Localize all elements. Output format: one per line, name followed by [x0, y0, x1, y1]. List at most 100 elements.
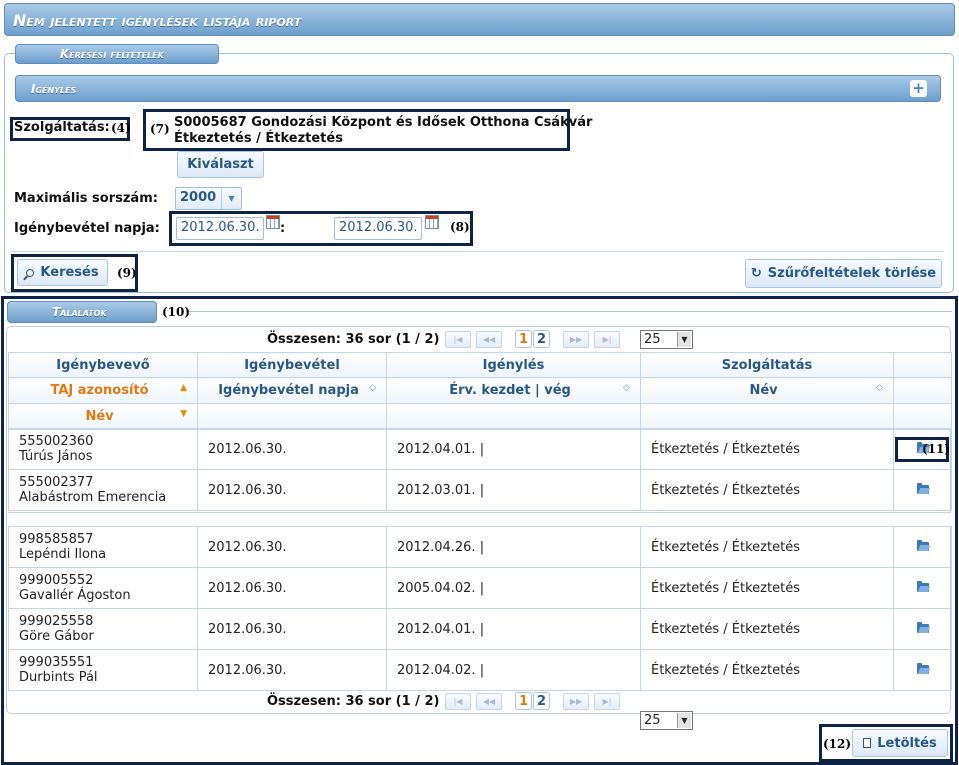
page-2-top[interactable]: 2 — [533, 330, 551, 348]
column-header-date[interactable]: Igénybevétel napja ◇ — [197, 377, 387, 404]
cell-person: 998585857 Lepéndi Ilona — [8, 526, 198, 568]
max-label: Maximális sorszám: — [14, 191, 158, 206]
group-header-igenyles: Igénylés — [386, 352, 641, 378]
cell-person: 999005552 Gavallér Ágoston — [8, 567, 198, 609]
cell-date: 2012.06.30. — [197, 608, 387, 650]
results-header: Igénybevevő Igénybevétel Igénylés Szolgá… — [8, 352, 952, 430]
results-frame-line — [186, 311, 952, 312]
dropdown-arrow-icon: ▼ — [677, 332, 691, 347]
cell-validity: 2012.04.02. | — [386, 649, 641, 691]
column-header-service-name[interactable]: Név ◇ — [640, 377, 894, 404]
download-button[interactable]: Letöltés — [852, 729, 948, 757]
callout-11: (11) — [922, 442, 951, 456]
first-page-icon[interactable]: |◀ — [445, 693, 471, 710]
results-table-top: 555002360 Túrús János 2012.06.30. 2012.04… — [8, 428, 952, 511]
pager-summary-bottom: Összesen: 36 sor (1 / 2) — [267, 694, 440, 709]
next-page-icon[interactable]: ▶▶ — [563, 693, 589, 710]
calendar-icon[interactable] — [266, 215, 280, 229]
search-icon — [26, 268, 35, 277]
folder-open-icon[interactable] — [916, 580, 929, 592]
header-empty — [893, 403, 952, 430]
page-size-select-top[interactable]: 25 ▼ — [640, 330, 693, 349]
date-separator: : — [280, 221, 286, 236]
callout-7: (7) — [150, 122, 170, 136]
cell-action — [893, 567, 952, 609]
column-header-validity[interactable]: Érv. kezdet | vég ◇ — [386, 377, 641, 404]
date-to-input[interactable]: 2012.06.30. — [334, 217, 422, 240]
group-header-igenybevetel: Igénybevétel — [197, 352, 387, 378]
divider — [12, 251, 944, 252]
prev-page-icon[interactable]: ◀◀ — [476, 693, 502, 710]
table-row[interactable]: 999005552 Gavallér Ágoston 2012.06.30. 20… — [8, 567, 952, 609]
folder-open-icon[interactable] — [916, 621, 929, 633]
dropdown-arrow-icon: ▼ — [677, 713, 691, 728]
page-title: Nem jelentett igénylések listája riport — [13, 11, 302, 30]
sort-icon: ◇ — [876, 383, 883, 393]
cell-validity: 2012.03.01. | — [386, 469, 641, 511]
folder-open-icon[interactable] — [916, 662, 929, 674]
clear-filters-button[interactable]: ↻ Szűrőfeltételek törlése — [745, 259, 942, 288]
cell-action — [893, 608, 952, 650]
next-page-icon[interactable]: ▶▶ — [563, 331, 589, 348]
max-select[interactable]: 2000 ▼ — [175, 187, 242, 210]
group-header-igenybevevo: Igénybevevő — [8, 352, 198, 378]
page-2-bottom[interactable]: 2 — [533, 692, 551, 710]
sort-desc-icon: ▼ — [180, 409, 187, 419]
page-1-bottom[interactable]: 1 — [515, 692, 533, 710]
cell-validity: 2012.04.01. | — [386, 608, 641, 650]
cell-service: Étkeztetés / Étkeztetés — [640, 649, 894, 691]
cell-action — [893, 469, 952, 511]
select-button[interactable]: Kiválaszt — [177, 151, 264, 178]
folder-open-icon[interactable] — [916, 482, 929, 494]
date-from-input[interactable]: 2012.06.30. — [176, 217, 264, 240]
last-page-icon[interactable]: ▶| — [594, 331, 620, 348]
page-size-select-bottom[interactable]: 25 ▼ — [640, 711, 693, 730]
row-gap — [8, 512, 951, 526]
cell-person: 999025558 Göre Gábor — [8, 608, 198, 650]
last-page-icon[interactable]: ▶| — [594, 693, 620, 710]
calendar-icon[interactable] — [425, 215, 439, 229]
callout-12: (12) — [823, 737, 852, 751]
cell-validity: 2005.04.02. | — [386, 567, 641, 609]
cell-action — [893, 526, 952, 568]
date-label: Igénybevétel napja: — [14, 221, 160, 236]
sort-asc-icon: ▲ — [180, 383, 187, 393]
callout-8: (8) — [450, 220, 470, 234]
search-tab[interactable]: Keresési feltételek — [15, 44, 219, 64]
table-row[interactable]: 555002360 Túrús János 2012.06.30. 2012.04… — [8, 428, 952, 470]
refresh-icon: ↻ — [750, 266, 762, 281]
cell-service: Étkeztetés / Étkeztetés — [640, 428, 894, 470]
page-1-top[interactable]: 1 — [515, 330, 533, 348]
table-row[interactable]: 555002377 Alabástrom Emerencia 2012.06.30… — [8, 469, 952, 511]
folder-open-icon[interactable] — [916, 539, 929, 551]
table-row[interactable]: 999035551 Durbints Pál 2012.06.30. 2012.0… — [8, 649, 952, 691]
callout-10: (10) — [162, 305, 191, 319]
expand-plus-icon[interactable]: + — [910, 80, 927, 97]
header-empty — [386, 403, 641, 430]
cell-date: 2012.06.30. — [197, 428, 387, 470]
column-header-taj[interactable]: TAJ azonosító ▲ — [8, 377, 198, 404]
table-row[interactable]: 998585857 Lepéndi Ilona 2012.06.30. 2012.… — [8, 526, 952, 568]
header-empty — [893, 352, 952, 378]
group-header-szolgaltatas: Szolgáltatás — [640, 352, 894, 378]
cell-service: Étkeztetés / Étkeztetés — [640, 469, 894, 511]
header-empty — [893, 377, 952, 404]
cell-person: 555002360 Túrús János — [8, 428, 198, 470]
search-button[interactable]: Keresés — [17, 259, 108, 286]
cell-service: Étkeztetés / Étkeztetés — [640, 567, 894, 609]
pager-summary-top: Összesen: 36 sor (1 / 2) — [267, 332, 440, 347]
section-header-igenyles[interactable]: Igénylés — [15, 75, 941, 102]
service-line1: S0005687 Gondozási Központ és Idősek Ott… — [174, 115, 593, 130]
table-row[interactable]: 999025558 Göre Gábor 2012.06.30. 2012.04.… — [8, 608, 952, 650]
sort-icon: ◇ — [369, 383, 376, 393]
service-label: Szolgáltatás: — [14, 120, 110, 135]
sort-icon: ◇ — [623, 383, 630, 393]
cell-date: 2012.06.30. — [197, 649, 387, 691]
cell-date: 2012.06.30. — [197, 567, 387, 609]
cell-validity: 2012.04.26. | — [386, 526, 641, 568]
header-empty — [640, 403, 894, 430]
column-header-name[interactable]: Név ▼ — [8, 403, 198, 430]
first-page-icon[interactable]: |◀ — [445, 331, 471, 348]
prev-page-icon[interactable]: ◀◀ — [476, 331, 502, 348]
results-tab[interactable]: Találatok — [7, 301, 157, 323]
